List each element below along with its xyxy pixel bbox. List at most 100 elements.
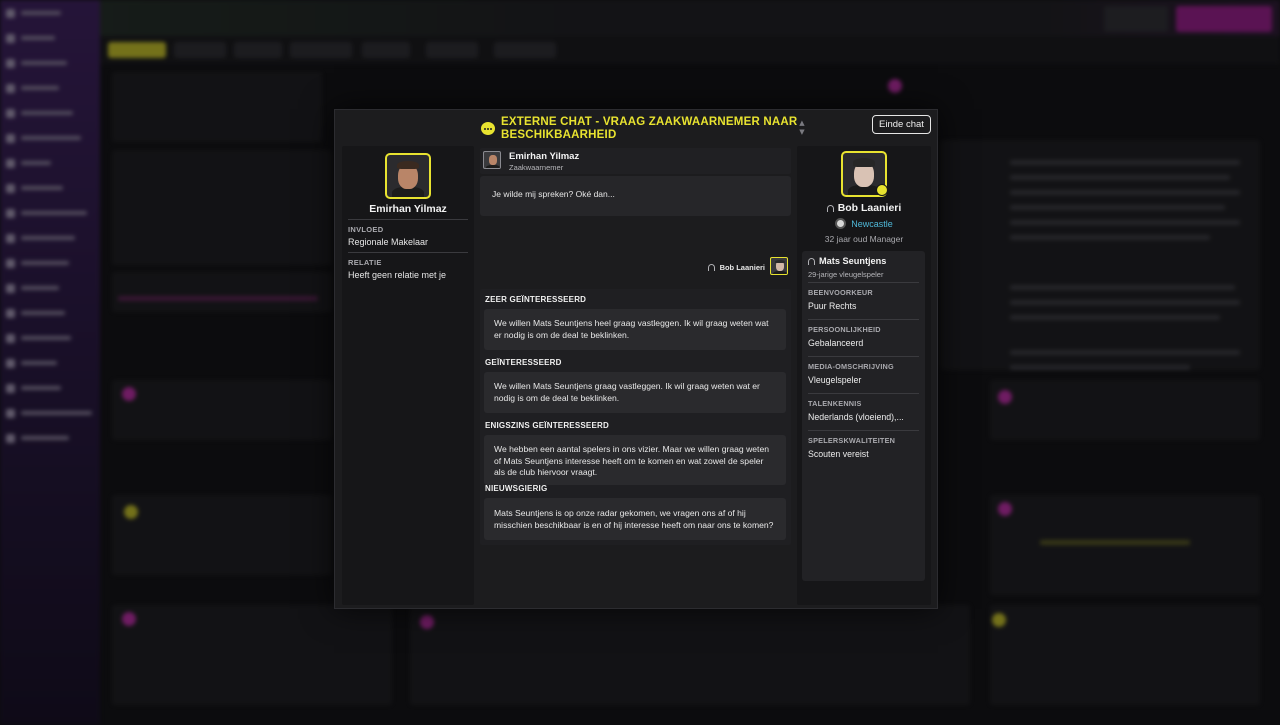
sort-arrows[interactable]: ▲ ▼: [797, 119, 807, 137]
media-description-value: Vleugelspeler: [808, 375, 862, 385]
reply-author-name: Bob Laanieri: [719, 263, 765, 272]
headset-icon: [808, 257, 815, 265]
sender-avatar: [483, 151, 501, 169]
option-somewhat-interested[interactable]: We hebben een aantal spelers in ons vizi…: [484, 435, 786, 485]
background-line: [1010, 285, 1235, 290]
agent-panel: Emirhan Yilmaz INVLOED Regionale Makelaa…: [342, 146, 474, 605]
background-sidebar-item: [6, 433, 92, 443]
background-sidebar-item: [6, 383, 92, 393]
background-tab: [174, 42, 226, 58]
preferred-foot-label: BEENVOORKEUR: [808, 288, 873, 297]
background-continue-button: [1176, 6, 1272, 32]
languages-value: Nederlands (vloeiend),...: [808, 412, 904, 422]
preferred-foot-value: Puur Rechts: [808, 301, 857, 311]
modal-header: EXTERNE CHAT - VRAAG ZAAKWAARNEMER NAAR …: [335, 110, 937, 146]
background-panel: [112, 605, 392, 705]
agent-name: Emirhan Yilmaz: [369, 203, 447, 215]
background-sidebar-item: [6, 283, 92, 293]
background-sidebar-item: [6, 233, 92, 243]
chevron-down-icon[interactable]: ▼: [797, 128, 807, 137]
chat-bubble-icon: [481, 122, 495, 135]
divider: [348, 219, 468, 220]
player-qualities-label: SPELERSKWALITEITEN: [808, 436, 896, 445]
personality-label: PERSOONLIJKHEID: [808, 325, 881, 334]
message-text: Je wilde mij spreken? Oké dan...: [492, 189, 615, 199]
background-line: [1010, 365, 1190, 370]
conversation-panel: Emirhan Yilmaz Zaakwaarnemer Je wilde mi…: [480, 146, 791, 605]
relation-label: RELATIE: [348, 258, 382, 267]
background-line: [1010, 160, 1240, 165]
divider: [808, 356, 919, 357]
background-sidebar-item: [6, 183, 92, 193]
option-label: ZEER GEÏNTERESSEERD: [485, 295, 587, 304]
agent-face-icon: [387, 155, 429, 197]
chevron-up-icon[interactable]: ▲: [797, 119, 807, 128]
background-sidebar-item: [6, 408, 92, 418]
divider: [808, 319, 919, 320]
option-interested[interactable]: We willen Mats Seuntjens graag vastlegge…: [484, 372, 786, 413]
message-bubble: Je wilde mij spreken? Oké dan...: [480, 176, 791, 216]
background-panel: [990, 605, 1260, 705]
background-line: [1010, 350, 1240, 355]
manager-name: Bob Laanieri: [837, 202, 902, 214]
option-line: misschien beschikbaar is en of hij inter…: [494, 519, 774, 530]
background-panel: [112, 380, 332, 440]
club-link[interactable]: Newcastle: [851, 219, 893, 229]
background-sidebar-item: [6, 58, 92, 68]
background-sidebar-item: [6, 83, 92, 93]
manager-mini-avatar: [770, 257, 788, 275]
background-player-header: [112, 72, 322, 142]
option-line: als de club hiervoor vraagt.: [494, 467, 598, 477]
club-row: Newcastle: [797, 218, 931, 229]
languages-label: TALENKENNIS: [808, 399, 862, 408]
background-sidebar-item: [6, 258, 92, 268]
background-panel: [990, 380, 1260, 440]
influence-label: INVLOED: [348, 225, 384, 234]
background-sidebar-item: [6, 133, 92, 143]
background-sidebar-item: [6, 333, 92, 343]
background-line: [1010, 190, 1240, 195]
message-header: Emirhan Yilmaz Zaakwaarnemer: [480, 148, 791, 174]
end-chat-button[interactable]: Einde chat: [872, 115, 931, 134]
chat-badge-icon: [876, 184, 888, 196]
sender-name: Emirhan Yilmaz: [509, 151, 580, 162]
option-label: GEÏNTERESSEERD: [485, 358, 562, 367]
option-line: er nodig is om de deal te beklinken.: [494, 329, 630, 340]
background-line: [1010, 220, 1240, 225]
background-line: [1010, 205, 1225, 210]
background-line: [1010, 235, 1210, 240]
sender-role: Zaakwaarnemer: [509, 163, 564, 172]
manager-panel: Bob Laanieri Newcastle 32 jaar oud Manag…: [797, 146, 931, 605]
influence-value: Regionale Makelaar: [348, 237, 429, 247]
background-tab: [234, 42, 282, 58]
reply-author: Bob Laanieri: [707, 263, 765, 272]
background-panel: [990, 495, 1260, 595]
background-sidebar-item: [6, 358, 92, 368]
reply-options: ZEER GEÏNTERESSEERD We willen Mats Seunt…: [480, 289, 791, 545]
option-line: We hebben een aantal spelers in ons vizi…: [494, 444, 769, 454]
background-line: [118, 296, 318, 301]
media-description-label: MEDIA-OMSCHRIJVING: [808, 362, 894, 371]
background-date-box: [1104, 6, 1168, 32]
background-icon: [122, 387, 136, 401]
manager-info: 32 jaar oud Manager: [824, 234, 904, 244]
player-qualities-value: Scouten vereist: [808, 449, 869, 459]
option-label: ENIGSZINS GEÏNTERESSEERD: [485, 421, 609, 430]
background-topbar: [100, 0, 1280, 36]
background-icon: [998, 502, 1012, 516]
option-curious[interactable]: Mats Seuntjens is op onze radar gekomen,…: [484, 498, 786, 540]
external-chat-modal: EXTERNE CHAT - VRAAG ZAAKWAARNEMER NAAR …: [334, 109, 938, 609]
background-tab: [362, 42, 410, 58]
modal-title: EXTERNE CHAT - VRAAG ZAAKWAARNEMER NAAR …: [501, 116, 798, 141]
player-card: Mats Seuntjens 29-jarige vleugelspeler B…: [802, 251, 925, 581]
background-panel: [112, 495, 332, 575]
option-line: Mats Seuntjens is op onze radar gekomen,…: [494, 508, 746, 518]
option-label: NIEUWSGIERIG: [485, 484, 548, 493]
headset-icon: [826, 204, 834, 212]
player-name[interactable]: Mats Seuntjens: [819, 256, 886, 266]
background-line: [1040, 540, 1190, 545]
option-very-interested[interactable]: We willen Mats Seuntjens heel graag vast…: [484, 309, 786, 350]
headset-icon: [707, 264, 715, 271]
background-tab: [426, 42, 478, 58]
divider: [808, 282, 919, 283]
